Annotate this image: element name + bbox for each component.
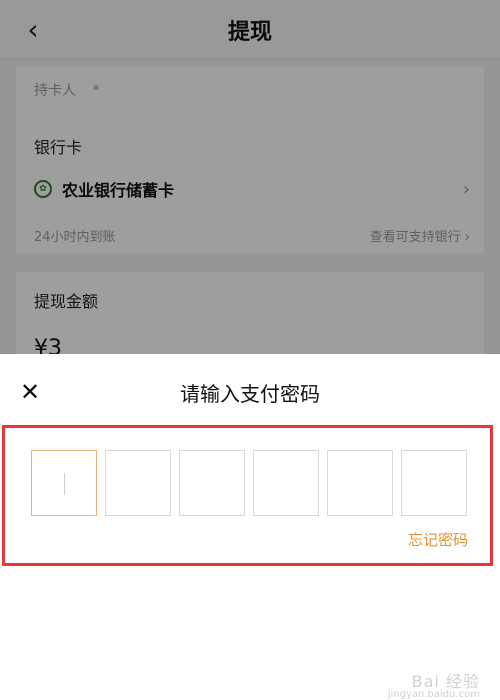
watermark-sub: jingyan.baidu.com [387,689,480,700]
password-sheet: ✕ 请输入支付密码 忘记密码 Bai 经验 jingyan.baidu.com [0,354,500,700]
pin-digit-3[interactable] [179,450,245,516]
pin-digit-6[interactable] [401,450,467,516]
pin-digit-4[interactable] [253,450,319,516]
input-caret [64,473,65,495]
forgot-password-link[interactable]: 忘记密码 [408,529,468,550]
pin-digit-1[interactable] [31,450,97,516]
sheet-title: 请输入支付密码 [180,382,320,406]
pin-digit-5[interactable] [327,450,393,516]
password-highlight-box: 忘记密码 [2,425,493,566]
pin-digit-2[interactable] [105,450,171,516]
pin-input-row[interactable] [31,450,467,516]
